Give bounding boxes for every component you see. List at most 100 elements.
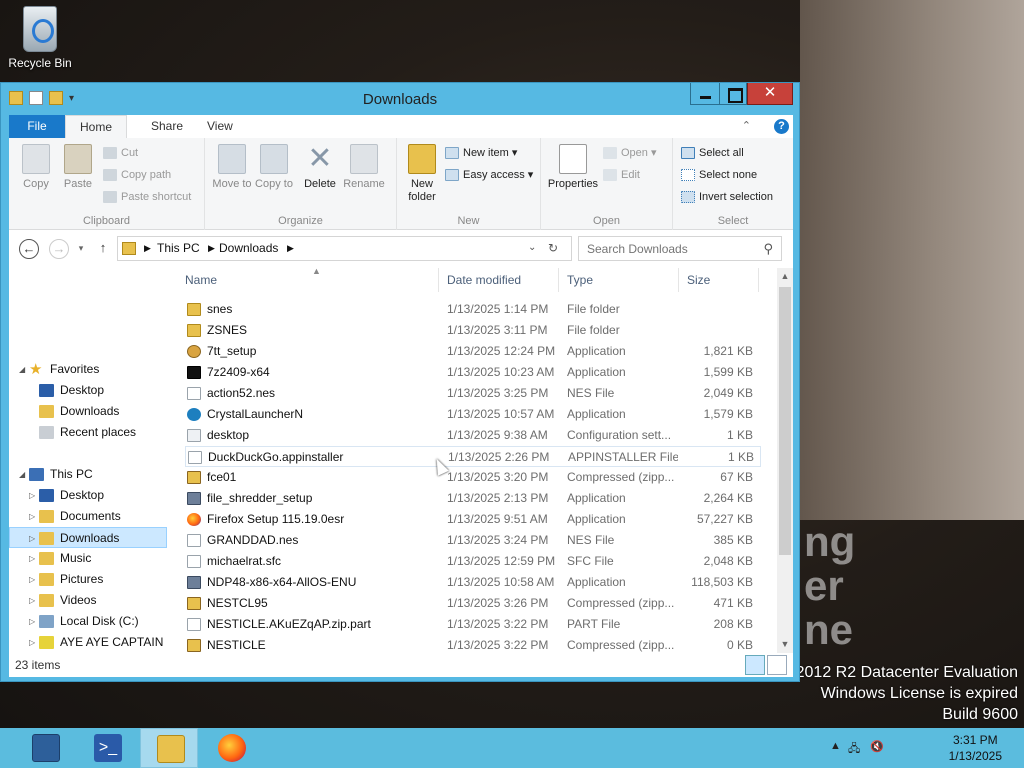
server-manager-button[interactable]	[16, 728, 74, 768]
nav-pc-desktop[interactable]: ▷ Desktop	[9, 485, 167, 506]
collapse-icon[interactable]: ▷	[29, 506, 35, 527]
scroll-up-icon[interactable]: ▲	[777, 268, 793, 285]
delete-button[interactable]: ✕ Delete	[297, 144, 343, 191]
nav-aye-aye-captain[interactable]: ▷ AYE AYE CAPTAIN (	[9, 632, 167, 653]
file-row[interactable]: desktop 1/13/2025 9:38 AM Configuration se…	[185, 425, 761, 446]
expand-icon[interactable]: ◢	[19, 464, 25, 485]
volume-muted-icon[interactable]: 🔇	[870, 740, 884, 753]
file-row[interactable]: GRANDDAD.nes 1/13/2025 3:24 PM NES File 385…	[185, 530, 761, 551]
nav-pc-videos[interactable]: ▷ Videos	[9, 590, 167, 611]
recent-locations-icon[interactable]: ▾	[71, 239, 91, 259]
file-row[interactable]: DuckDuckGo.appinstaller 1/13/2025 2:26 PM…	[185, 446, 761, 467]
file-row[interactable]: file_shredder_setup 1/13/2025 2:13 PM Appl…	[185, 488, 761, 509]
rename-button[interactable]: Rename	[341, 144, 387, 191]
paste-button[interactable]: Paste	[55, 144, 101, 191]
select-all-button[interactable]: Select all	[681, 144, 744, 162]
scroll-thumb[interactable]	[779, 287, 791, 555]
invert-selection-button[interactable]: Invert selection	[681, 188, 773, 206]
search-input[interactable]	[579, 237, 749, 260]
address-history-icon[interactable]: ⌄	[528, 242, 536, 253]
column-date-modified[interactable]: Date modified	[439, 268, 559, 292]
search-box[interactable]: ⚲	[578, 236, 782, 261]
address-bar[interactable]: ▶ This PC ▶ Downloads ▶ ⌄ ↻	[117, 236, 572, 261]
breadcrumb-downloads[interactable]: Downloads	[219, 241, 278, 255]
scroll-down-icon[interactable]: ▼	[777, 636, 793, 653]
recycle-bin[interactable]: Recycle Bin	[6, 6, 74, 70]
select-none-button[interactable]: Select none	[681, 166, 757, 184]
column-size[interactable]: Size	[679, 268, 759, 292]
nav-local-disk[interactable]: ▷ Local Disk (C:)	[9, 611, 167, 632]
file-row[interactable]: Firefox Setup 115.19.0esr 1/13/2025 9:51 …	[185, 509, 761, 530]
nav-pc-documents[interactable]: ▷ Documents	[9, 506, 167, 527]
collapse-icon[interactable]: ▷	[29, 611, 35, 632]
file-row[interactable]: 7z2409-x64 1/13/2025 10:23 AM Application 1…	[185, 362, 761, 383]
tab-file[interactable]: File	[9, 115, 65, 138]
forward-icon[interactable]: →	[49, 239, 69, 259]
copy-path-button[interactable]: Copy path	[103, 166, 171, 184]
file-row[interactable]: snes 1/13/2025 1:14 PM File folder	[185, 299, 761, 320]
breadcrumb-this-pc[interactable]: This PC	[157, 241, 200, 255]
open-button[interactable]: Open ▾	[603, 144, 657, 162]
collapse-icon[interactable]: ▷	[29, 590, 35, 611]
file-row[interactable]: NESTICLE 1/13/2025 3:22 PM Compressed (zip…	[185, 635, 761, 653]
move-to-button[interactable]: Move to	[209, 144, 255, 191]
file-row[interactable]: NDP48-x86-x64-AllOS-ENU 1/13/2025 10:58 A…	[185, 572, 761, 593]
show-hidden-icons-icon[interactable]: ▲	[830, 740, 841, 752]
maximize-button[interactable]	[719, 83, 747, 105]
copy-to-button[interactable]: Copy to	[251, 144, 297, 191]
collapse-icon[interactable]: ▷	[29, 569, 35, 590]
close-button[interactable]: ✕	[747, 83, 793, 105]
back-icon[interactable]: ←	[19, 239, 39, 259]
easy-access-button[interactable]: Easy access ▾	[445, 166, 533, 184]
collapse-icon[interactable]: ▷	[29, 528, 35, 547]
nav-pc-downloads[interactable]: ▷ Downloads	[9, 527, 167, 548]
properties-button[interactable]: Properties	[547, 144, 599, 191]
nav-fav-downloads[interactable]: Downloads	[9, 401, 167, 422]
nav-pc-pictures[interactable]: ▷ Pictures	[9, 569, 167, 590]
new-item-button[interactable]: New item ▾	[445, 144, 517, 162]
file-row[interactable]: CrystalLauncherN 1/13/2025 10:57 AM Applic…	[185, 404, 761, 425]
clock[interactable]: 3:31 PM 1/13/2025	[949, 732, 1002, 764]
breadcrumb-separator-icon[interactable]: ▶	[144, 243, 151, 254]
details-view-icon[interactable]	[745, 655, 765, 675]
column-type[interactable]: Type	[559, 268, 679, 292]
nav-pc-music[interactable]: ▷ Music	[9, 548, 167, 569]
powershell-button[interactable]: >_	[78, 728, 136, 768]
new-folder-button[interactable]: New folder	[399, 144, 445, 204]
file-explorer-button[interactable]	[140, 728, 198, 768]
tab-home[interactable]: Home	[65, 115, 128, 138]
breadcrumb-separator-icon[interactable]: ▶	[287, 243, 294, 254]
ribbon-expand-icon[interactable]: ⌃	[742, 119, 751, 132]
nav-favorites[interactable]: ◢ ★ Favorites	[9, 359, 167, 380]
collapse-icon[interactable]: ▷	[29, 485, 35, 506]
nav-this-pc[interactable]: ◢ This PC	[9, 464, 167, 485]
tab-view[interactable]: View	[193, 115, 247, 138]
cut-button[interactable]: Cut	[103, 144, 138, 162]
tab-share[interactable]: Share	[137, 115, 197, 138]
file-row[interactable]: 7tt_setup 1/13/2025 12:24 PM Application 1,…	[185, 341, 761, 362]
firefox-button[interactable]	[202, 728, 260, 768]
vertical-scrollbar[interactable]: ▲ ▼	[777, 268, 793, 653]
large-icons-view-icon[interactable]	[767, 655, 787, 675]
paste-shortcut-button[interactable]: Paste shortcut	[103, 188, 191, 206]
minimize-button[interactable]	[690, 83, 720, 105]
file-row[interactable]: michaelrat.sfc 1/13/2025 12:59 PM SFC File…	[185, 551, 761, 572]
nav-recent-places[interactable]: Recent places	[9, 422, 167, 443]
file-row[interactable]: NESTICLE.AKuEZqAP.zip.part 1/13/2025 3:22…	[185, 614, 761, 635]
title-bar[interactable]: ▾ Downloads ✕	[1, 83, 799, 115]
file-row[interactable]: fce01 1/13/2025 3:20 PM Compressed (zipp..…	[185, 467, 761, 488]
up-icon[interactable]: ↑	[93, 239, 113, 259]
collapse-icon[interactable]: ▷	[29, 632, 35, 653]
search-icon[interactable]: ⚲	[763, 241, 773, 257]
column-name[interactable]: Name ▲	[177, 268, 439, 292]
help-icon[interactable]: ?	[774, 119, 789, 134]
breadcrumb-separator-icon[interactable]: ▶	[208, 243, 215, 254]
expand-icon[interactable]: ◢	[19, 359, 25, 380]
collapse-icon[interactable]: ▷	[29, 548, 35, 569]
network-icon[interactable]: 🖧	[848, 740, 860, 759]
file-row[interactable]: NESTCL95 1/13/2025 3:26 PM Compressed (zip…	[185, 593, 761, 614]
copy-button[interactable]: Copy	[13, 144, 59, 191]
edit-button[interactable]: Edit	[603, 166, 640, 184]
refresh-icon[interactable]: ↻	[548, 241, 558, 255]
file-row[interactable]: ZSNES 1/13/2025 3:11 PM File folder	[185, 320, 761, 341]
